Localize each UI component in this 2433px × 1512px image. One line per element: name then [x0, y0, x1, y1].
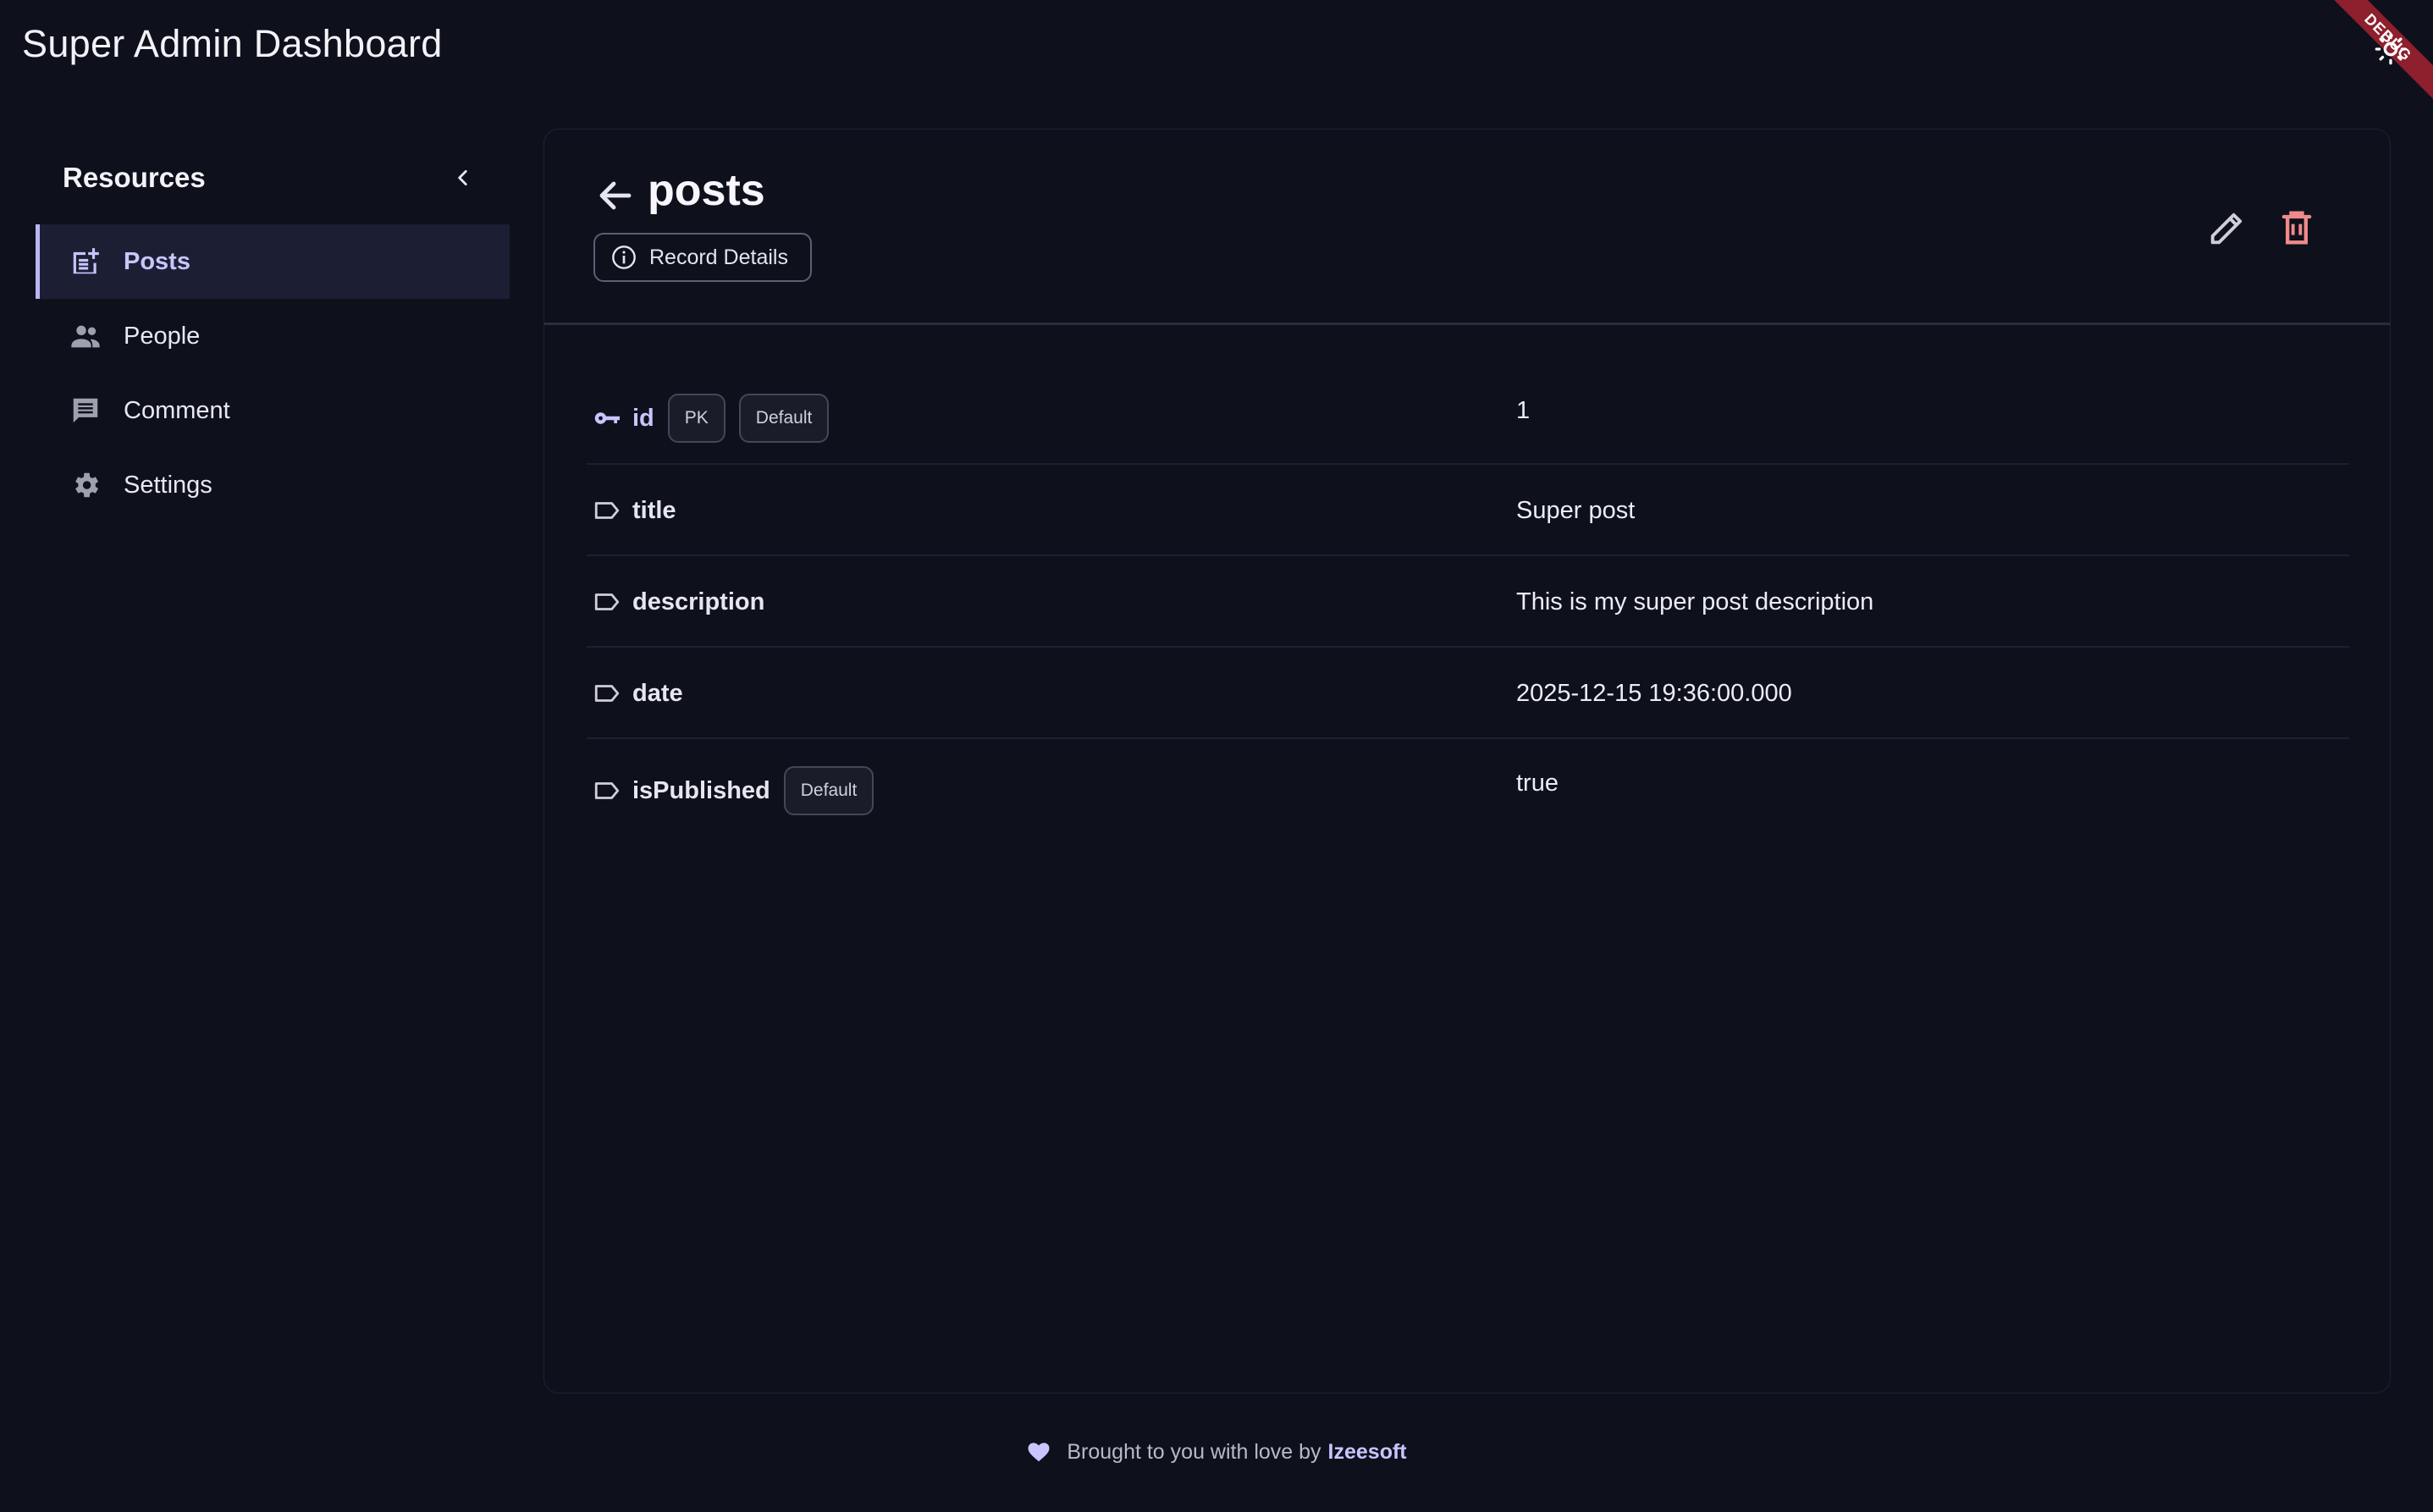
chip-label: Record Details — [649, 245, 788, 269]
gear-icon — [68, 467, 103, 503]
sidebar-nav: Posts People Comment Settings — [36, 224, 510, 522]
arrow-left-icon — [599, 181, 632, 210]
sidebar-item-settings[interactable]: Settings — [36, 448, 510, 522]
footer: Brought to you with love by Izeesoft — [0, 1439, 2433, 1465]
field-row-ispublished: isPublished Default true — [587, 739, 2349, 841]
record-details-card: posts Record Details id PK Default 1 tit… — [543, 129, 2391, 1393]
default-badge: Default — [783, 766, 874, 815]
sidebar-item-label: People — [124, 322, 201, 350]
field-name: id PK Default — [587, 394, 830, 443]
label-icon — [592, 587, 622, 617]
label-icon — [592, 775, 622, 806]
label-icon — [592, 678, 622, 709]
sidebar-title: Resources — [63, 162, 206, 193]
field-row-id: id PK Default 1 — [587, 367, 2349, 465]
comment-icon — [68, 393, 103, 428]
footer-brand-link[interactable]: Izeesoft — [1328, 1440, 1407, 1465]
field-name: date — [587, 678, 683, 709]
trash-icon — [2281, 211, 2312, 245]
field-row-title: title Super post — [587, 465, 2349, 556]
field-name: isPublished Default — [587, 766, 874, 815]
people-icon — [68, 318, 103, 354]
field-row-description: description This is my super post descri… — [587, 556, 2349, 648]
field-label: date — [632, 679, 683, 707]
heart-icon — [1026, 1439, 1051, 1465]
field-value: true — [1516, 770, 1559, 797]
pencil-icon — [2210, 212, 2243, 245]
sidebar-item-people[interactable]: People — [36, 299, 510, 373]
sidebar: Resources Posts People Comment Settings — [36, 148, 510, 522]
field-value: 1 — [1516, 397, 1531, 424]
field-value: This is my super post description — [1516, 588, 1874, 615]
pk-badge: PK — [667, 394, 725, 443]
key-icon — [592, 403, 622, 433]
sidebar-item-label: Comment — [124, 396, 230, 424]
theme-toggle-button[interactable] — [2374, 32, 2408, 66]
field-row-date: date 2025-12-15 19:36:00.000 — [587, 648, 2349, 739]
sidebar-header: Resources — [36, 148, 510, 207]
field-label: id — [632, 404, 654, 432]
field-name: title — [587, 495, 676, 526]
post-add-icon — [68, 244, 103, 279]
field-value: Super post — [1516, 497, 1636, 524]
sidebar-item-label: Posts — [124, 247, 190, 275]
sidebar-item-label: Settings — [124, 471, 212, 499]
back-button[interactable] — [595, 175, 636, 216]
field-label: isPublished — [632, 776, 770, 804]
page-title: posts — [648, 166, 765, 215]
default-badge: Default — [738, 394, 830, 443]
app-title: Super Admin Dashboard — [22, 22, 443, 65]
footer-text: Brought to you with love by — [1067, 1439, 1321, 1464]
sidebar-item-comment[interactable]: Comment — [36, 373, 510, 448]
chevron-left-icon — [458, 170, 467, 185]
sidebar-item-posts[interactable]: Posts — [36, 224, 510, 299]
info-icon — [612, 246, 636, 269]
field-name: description — [587, 587, 764, 617]
sun-icon — [2375, 33, 2407, 65]
edit-button[interactable] — [2205, 206, 2249, 250]
delete-button[interactable] — [2275, 206, 2319, 250]
field-label: title — [632, 496, 676, 524]
collapse-sidebar-button[interactable] — [449, 163, 477, 192]
label-icon — [592, 495, 622, 526]
record-details-chip[interactable]: Record Details — [593, 233, 812, 282]
fields-list: id PK Default 1 title Super post descrip… — [587, 367, 2349, 841]
field-value: 2025-12-15 19:36:00.000 — [1516, 680, 1792, 707]
card-header: posts Record Details — [544, 130, 2390, 325]
field-label: description — [632, 588, 765, 615]
